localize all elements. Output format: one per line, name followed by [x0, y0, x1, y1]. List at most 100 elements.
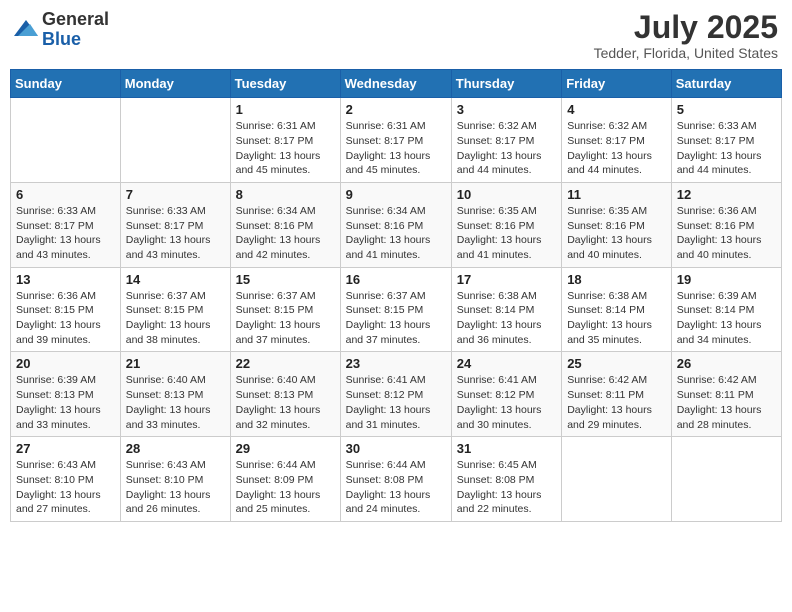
day-info: Sunrise: 6:41 AM Sunset: 8:12 PM Dayligh…	[346, 373, 446, 432]
day-info: Sunrise: 6:34 AM Sunset: 8:16 PM Dayligh…	[236, 204, 335, 263]
calendar-cell	[671, 437, 781, 522]
calendar-cell: 28 Sunrise: 6:43 AM Sunset: 8:10 PM Dayli…	[120, 437, 230, 522]
day-number: 16	[346, 272, 446, 287]
calendar-cell: 21 Sunrise: 6:40 AM Sunset: 8:13 PM Dayli…	[120, 352, 230, 437]
day-info: Sunrise: 6:35 AM Sunset: 8:16 PM Dayligh…	[567, 204, 666, 263]
page-header: General Blue July 2025 Tedder, Florida, …	[10, 10, 782, 61]
calendar-cell: 5 Sunrise: 6:33 AM Sunset: 8:17 PM Daylig…	[671, 98, 781, 183]
calendar-cell: 7 Sunrise: 6:33 AM Sunset: 8:17 PM Daylig…	[120, 182, 230, 267]
day-info: Sunrise: 6:32 AM Sunset: 8:17 PM Dayligh…	[457, 119, 556, 178]
day-info: Sunrise: 6:37 AM Sunset: 8:15 PM Dayligh…	[236, 289, 335, 348]
day-of-week-header: Wednesday	[340, 70, 451, 98]
calendar-table: SundayMondayTuesdayWednesdayThursdayFrid…	[10, 69, 782, 522]
day-number: 21	[126, 356, 225, 371]
title-block: July 2025 Tedder, Florida, United States	[594, 10, 778, 61]
calendar-cell: 14 Sunrise: 6:37 AM Sunset: 8:15 PM Dayli…	[120, 267, 230, 352]
day-info: Sunrise: 6:40 AM Sunset: 8:13 PM Dayligh…	[236, 373, 335, 432]
day-number: 1	[236, 102, 335, 117]
calendar-cell	[120, 98, 230, 183]
calendar-cell: 2 Sunrise: 6:31 AM Sunset: 8:17 PM Daylig…	[340, 98, 451, 183]
day-number: 9	[346, 187, 446, 202]
calendar-week-row: 20 Sunrise: 6:39 AM Sunset: 8:13 PM Dayli…	[11, 352, 782, 437]
day-of-week-header: Sunday	[11, 70, 121, 98]
day-info: Sunrise: 6:33 AM Sunset: 8:17 PM Dayligh…	[677, 119, 776, 178]
logo-icon	[14, 20, 38, 40]
day-info: Sunrise: 6:43 AM Sunset: 8:10 PM Dayligh…	[16, 458, 115, 517]
day-info: Sunrise: 6:43 AM Sunset: 8:10 PM Dayligh…	[126, 458, 225, 517]
calendar-week-row: 27 Sunrise: 6:43 AM Sunset: 8:10 PM Dayli…	[11, 437, 782, 522]
calendar-cell: 27 Sunrise: 6:43 AM Sunset: 8:10 PM Dayli…	[11, 437, 121, 522]
day-info: Sunrise: 6:42 AM Sunset: 8:11 PM Dayligh…	[677, 373, 776, 432]
calendar-cell: 19 Sunrise: 6:39 AM Sunset: 8:14 PM Dayli…	[671, 267, 781, 352]
calendar-cell: 22 Sunrise: 6:40 AM Sunset: 8:13 PM Dayli…	[230, 352, 340, 437]
day-info: Sunrise: 6:45 AM Sunset: 8:08 PM Dayligh…	[457, 458, 556, 517]
calendar-cell: 11 Sunrise: 6:35 AM Sunset: 8:16 PM Dayli…	[562, 182, 672, 267]
calendar-title: July 2025	[594, 10, 778, 45]
day-number: 13	[16, 272, 115, 287]
calendar-cell: 26Sunrise: 6:42 AM Sunset: 8:11 PM Dayli…	[671, 352, 781, 437]
calendar-cell	[562, 437, 672, 522]
logo-general-text: General	[42, 10, 109, 30]
day-info: Sunrise: 6:36 AM Sunset: 8:15 PM Dayligh…	[16, 289, 115, 348]
day-number: 6	[16, 187, 115, 202]
calendar-cell: 30 Sunrise: 6:44 AM Sunset: 8:08 PM Dayli…	[340, 437, 451, 522]
calendar-week-row: 1 Sunrise: 6:31 AM Sunset: 8:17 PM Daylig…	[11, 98, 782, 183]
day-number: 15	[236, 272, 335, 287]
day-number: 11	[567, 187, 666, 202]
day-number: 7	[126, 187, 225, 202]
day-number: 25	[567, 356, 666, 371]
day-of-week-header: Monday	[120, 70, 230, 98]
calendar-cell: 15 Sunrise: 6:37 AM Sunset: 8:15 PM Dayli…	[230, 267, 340, 352]
day-number: 10	[457, 187, 556, 202]
day-info: Sunrise: 6:33 AM Sunset: 8:17 PM Dayligh…	[126, 204, 225, 263]
calendar-cell: 24 Sunrise: 6:41 AM Sunset: 8:12 PM Dayli…	[451, 352, 561, 437]
day-of-week-header: Saturday	[671, 70, 781, 98]
day-info: Sunrise: 6:40 AM Sunset: 8:13 PM Dayligh…	[126, 373, 225, 432]
day-info: Sunrise: 6:44 AM Sunset: 8:08 PM Dayligh…	[346, 458, 446, 517]
logo-blue-text: Blue	[42, 30, 109, 50]
calendar-cell: 6 Sunrise: 6:33 AM Sunset: 8:17 PM Daylig…	[11, 182, 121, 267]
day-info: Sunrise: 6:31 AM Sunset: 8:17 PM Dayligh…	[236, 119, 335, 178]
calendar-cell: 20 Sunrise: 6:39 AM Sunset: 8:13 PM Dayli…	[11, 352, 121, 437]
day-info: Sunrise: 6:44 AM Sunset: 8:09 PM Dayligh…	[236, 458, 335, 517]
day-of-week-header: Thursday	[451, 70, 561, 98]
day-number: 23	[346, 356, 446, 371]
day-info: Sunrise: 6:31 AM Sunset: 8:17 PM Dayligh…	[346, 119, 446, 178]
calendar-subtitle: Tedder, Florida, United States	[594, 45, 778, 61]
calendar-cell: 31 Sunrise: 6:45 AM Sunset: 8:08 PM Dayli…	[451, 437, 561, 522]
day-info: Sunrise: 6:36 AM Sunset: 8:16 PM Dayligh…	[677, 204, 776, 263]
day-number: 27	[16, 441, 115, 456]
day-info: Sunrise: 6:41 AM Sunset: 8:12 PM Dayligh…	[457, 373, 556, 432]
calendar-week-row: 13 Sunrise: 6:36 AM Sunset: 8:15 PM Dayli…	[11, 267, 782, 352]
calendar-cell: 12 Sunrise: 6:36 AM Sunset: 8:16 PM Dayli…	[671, 182, 781, 267]
calendar-cell: 16Sunrise: 6:37 AM Sunset: 8:15 PM Dayli…	[340, 267, 451, 352]
day-number: 18	[567, 272, 666, 287]
day-number: 12	[677, 187, 776, 202]
calendar-cell: 9Sunrise: 6:34 AM Sunset: 8:16 PM Daylig…	[340, 182, 451, 267]
day-number: 5	[677, 102, 776, 117]
day-number: 2	[346, 102, 446, 117]
day-of-week-header: Tuesday	[230, 70, 340, 98]
day-info: Sunrise: 6:35 AM Sunset: 8:16 PM Dayligh…	[457, 204, 556, 263]
day-number: 19	[677, 272, 776, 287]
day-info: Sunrise: 6:39 AM Sunset: 8:14 PM Dayligh…	[677, 289, 776, 348]
day-info: Sunrise: 6:37 AM Sunset: 8:15 PM Dayligh…	[126, 289, 225, 348]
day-info: Sunrise: 6:32 AM Sunset: 8:17 PM Dayligh…	[567, 119, 666, 178]
day-info: Sunrise: 6:39 AM Sunset: 8:13 PM Dayligh…	[16, 373, 115, 432]
day-number: 31	[457, 441, 556, 456]
day-number: 30	[346, 441, 446, 456]
day-number: 22	[236, 356, 335, 371]
calendar-cell: 23 Sunrise: 6:41 AM Sunset: 8:12 PM Dayli…	[340, 352, 451, 437]
day-info: Sunrise: 6:33 AM Sunset: 8:17 PM Dayligh…	[16, 204, 115, 263]
calendar-cell: 8Sunrise: 6:34 AM Sunset: 8:16 PM Daylig…	[230, 182, 340, 267]
day-number: 17	[457, 272, 556, 287]
day-number: 24	[457, 356, 556, 371]
day-number: 20	[16, 356, 115, 371]
day-info: Sunrise: 6:38 AM Sunset: 8:14 PM Dayligh…	[567, 289, 666, 348]
calendar-cell: 17Sunrise: 6:38 AM Sunset: 8:14 PM Dayli…	[451, 267, 561, 352]
day-number: 29	[236, 441, 335, 456]
calendar-cell	[11, 98, 121, 183]
day-number: 14	[126, 272, 225, 287]
day-number: 28	[126, 441, 225, 456]
calendar-cell: 1 Sunrise: 6:31 AM Sunset: 8:17 PM Daylig…	[230, 98, 340, 183]
